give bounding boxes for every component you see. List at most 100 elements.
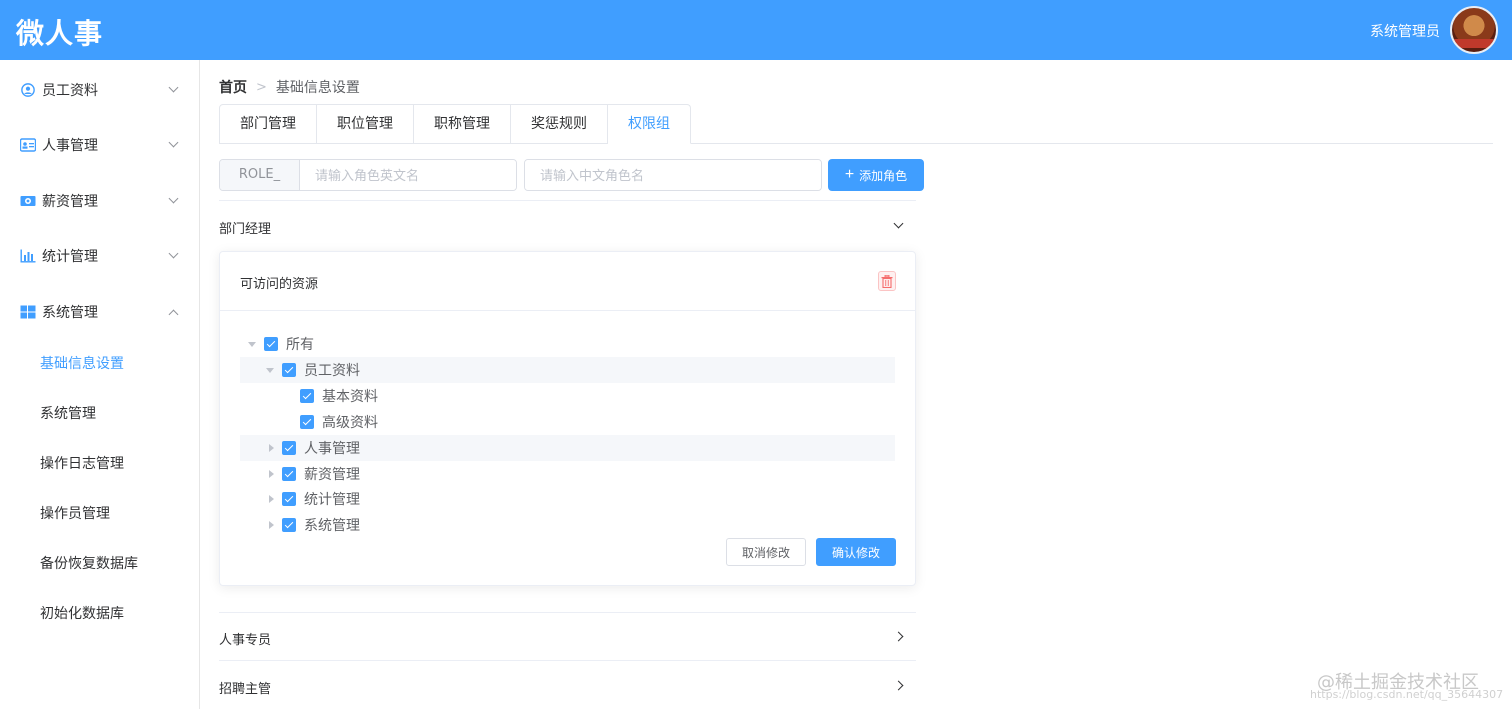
breadcrumb: 首页 > 基础信息设置 xyxy=(219,77,360,97)
sidebar-sub-system[interactable]: 系统管理 xyxy=(0,388,199,438)
caret-right-icon[interactable] xyxy=(269,521,274,529)
caret-down-icon[interactable] xyxy=(266,367,274,373)
sidebar-menu-system[interactable]: 系统管理 xyxy=(0,284,199,340)
tree-label: 高级资料 xyxy=(322,415,378,431)
chevron-down-icon xyxy=(168,248,179,259)
role-en-input-group: ROLE_ xyxy=(219,159,517,191)
sidebar-menu-salary[interactable]: 薪资管理 xyxy=(0,173,199,229)
collapse-divider xyxy=(219,200,916,201)
breadcrumb-home[interactable]: 首页 xyxy=(219,77,247,97)
tab-permission-group[interactable]: 权限组 xyxy=(608,104,691,144)
caret-right-icon[interactable] xyxy=(269,495,274,503)
chevron-down-icon xyxy=(168,137,179,148)
tree-label: 员工资料 xyxy=(304,363,360,379)
sidebar-sub-label: 初始化数据库 xyxy=(40,606,124,622)
chevron-right-icon[interactable] xyxy=(893,680,904,691)
sidebar-sub-label: 备份恢复数据库 xyxy=(40,556,138,572)
breadcrumb-separator: > xyxy=(256,79,267,95)
chevron-down-icon xyxy=(168,82,179,93)
confirm-edit-button[interactable]: 确认修改 xyxy=(816,538,896,566)
sidebar-menu-label: 统计管理 xyxy=(42,249,98,265)
cancel-edit-button[interactable]: 取消修改 xyxy=(726,538,806,566)
role-zh-input[interactable] xyxy=(525,160,821,190)
tree-node-advanced-info[interactable]: 高级资料 xyxy=(240,409,895,435)
money-icon xyxy=(20,196,36,206)
sidebar-sub-backup[interactable]: 备份恢复数据库 xyxy=(0,538,199,588)
windows-icon xyxy=(20,305,36,319)
caret-down-icon[interactable] xyxy=(248,341,256,347)
add-role-label: 添加角色 xyxy=(859,168,908,183)
sidebar-sub-initdb[interactable]: 初始化数据库 xyxy=(0,588,199,638)
tab-department[interactable]: 部门管理 xyxy=(219,104,317,144)
card-header: 可访问的资源 xyxy=(220,252,915,311)
user-name[interactable]: 系统管理员 xyxy=(1370,21,1440,41)
sidebar-menu-label: 系统管理 xyxy=(42,305,98,321)
tree-checkbox[interactable] xyxy=(282,441,296,455)
sidebar-menu-employee[interactable]: 员工资料 xyxy=(0,62,199,118)
sidebar: 员工资料 人事管理 薪资管理 统计管理 系统管理 基础信息设置 系统管理 操作日… xyxy=(0,60,200,709)
chevron-right-icon[interactable] xyxy=(893,631,904,642)
tree-label: 所有 xyxy=(286,337,314,353)
chevron-up-icon xyxy=(168,309,179,320)
bar-chart-icon xyxy=(20,249,36,263)
tree-checkbox[interactable] xyxy=(264,337,278,351)
role-title-dept-manager[interactable]: 部门经理 xyxy=(219,218,271,237)
plus-icon: + xyxy=(844,166,855,183)
id-card-icon xyxy=(20,138,36,152)
sidebar-menu-label: 薪资管理 xyxy=(42,194,98,210)
sidebar-menu-personnel[interactable]: 人事管理 xyxy=(0,117,199,173)
tab-job-title[interactable]: 职称管理 xyxy=(414,104,511,144)
tab-bar: 部门管理 职位管理 职称管理 奖惩规则 权限组 xyxy=(219,104,691,144)
role-title-recruit-manager[interactable]: 招聘主管 xyxy=(219,678,271,697)
tree-checkbox[interactable] xyxy=(300,415,314,429)
tree-label: 系统管理 xyxy=(304,518,360,534)
tree-node-system[interactable]: 系统管理 xyxy=(240,512,895,538)
sidebar-sub-oplog[interactable]: 操作日志管理 xyxy=(0,438,199,488)
tree-label: 统计管理 xyxy=(304,492,360,508)
tree-checkbox[interactable] xyxy=(300,389,314,403)
tree-node-basic-info[interactable]: 基本资料 xyxy=(240,383,895,409)
tree-node-employee[interactable]: 员工资料 xyxy=(240,357,895,383)
chevron-down-icon[interactable] xyxy=(893,218,904,229)
tree-checkbox[interactable] xyxy=(282,518,296,532)
sidebar-menu-label: 员工资料 xyxy=(42,83,98,99)
role-prefix: ROLE_ xyxy=(220,160,300,190)
sidebar-sub-label: 操作日志管理 xyxy=(40,456,124,472)
delete-role-button[interactable] xyxy=(878,271,896,291)
user-avatar[interactable] xyxy=(1450,6,1498,54)
tree-label: 薪资管理 xyxy=(304,467,360,483)
sidebar-sub-operator[interactable]: 操作员管理 xyxy=(0,488,199,538)
user-circle-icon xyxy=(21,83,35,97)
tree-checkbox[interactable] xyxy=(282,467,296,481)
role-title-hr-specialist[interactable]: 人事专员 xyxy=(219,629,271,648)
watermark-url: https://blog.csdn.net/qq_35644307 xyxy=(1310,688,1504,701)
caret-right-icon[interactable] xyxy=(269,470,274,478)
tree-checkbox[interactable] xyxy=(282,492,296,506)
sidebar-sub-basic-info[interactable]: 基础信息设置 xyxy=(0,338,199,388)
breadcrumb-current: 基础信息设置 xyxy=(275,80,360,96)
tree-checkbox[interactable] xyxy=(282,363,296,377)
sidebar-sub-label: 操作员管理 xyxy=(40,506,110,522)
add-role-button[interactable]: + 添加角色 xyxy=(828,159,924,191)
app-logo[interactable]: 微人事 xyxy=(16,12,103,52)
tab-position[interactable]: 职位管理 xyxy=(317,104,414,144)
tree-node-personnel[interactable]: 人事管理 xyxy=(240,435,895,461)
sidebar-sub-label: 系统管理 xyxy=(40,406,96,422)
top-header: 微人事 系统管理员 xyxy=(0,0,1512,60)
sidebar-sub-label: 基础信息设置 xyxy=(40,356,124,372)
tree-label: 基本资料 xyxy=(322,389,378,405)
role-en-input[interactable] xyxy=(300,160,516,190)
chevron-down-icon xyxy=(168,193,179,204)
tree-node-salary[interactable]: 薪资管理 xyxy=(240,461,895,487)
resource-card: 可访问的资源 所有 员工资料 基本资料 高级资料 人事管理 薪资管理 统计管理 … xyxy=(219,251,916,586)
tree-label: 人事管理 xyxy=(304,441,360,457)
tab-reward-rules[interactable]: 奖惩规则 xyxy=(511,104,608,144)
card-title: 可访问的资源 xyxy=(240,277,319,292)
tree-node-all[interactable]: 所有 xyxy=(240,331,895,357)
caret-right-icon[interactable] xyxy=(269,444,274,452)
collapse-divider xyxy=(219,612,916,613)
sidebar-menu-label: 人事管理 xyxy=(42,138,98,154)
sidebar-menu-statistics[interactable]: 统计管理 xyxy=(0,228,199,284)
tree-node-statistics[interactable]: 统计管理 xyxy=(240,486,895,512)
role-zh-input-group xyxy=(524,159,822,191)
